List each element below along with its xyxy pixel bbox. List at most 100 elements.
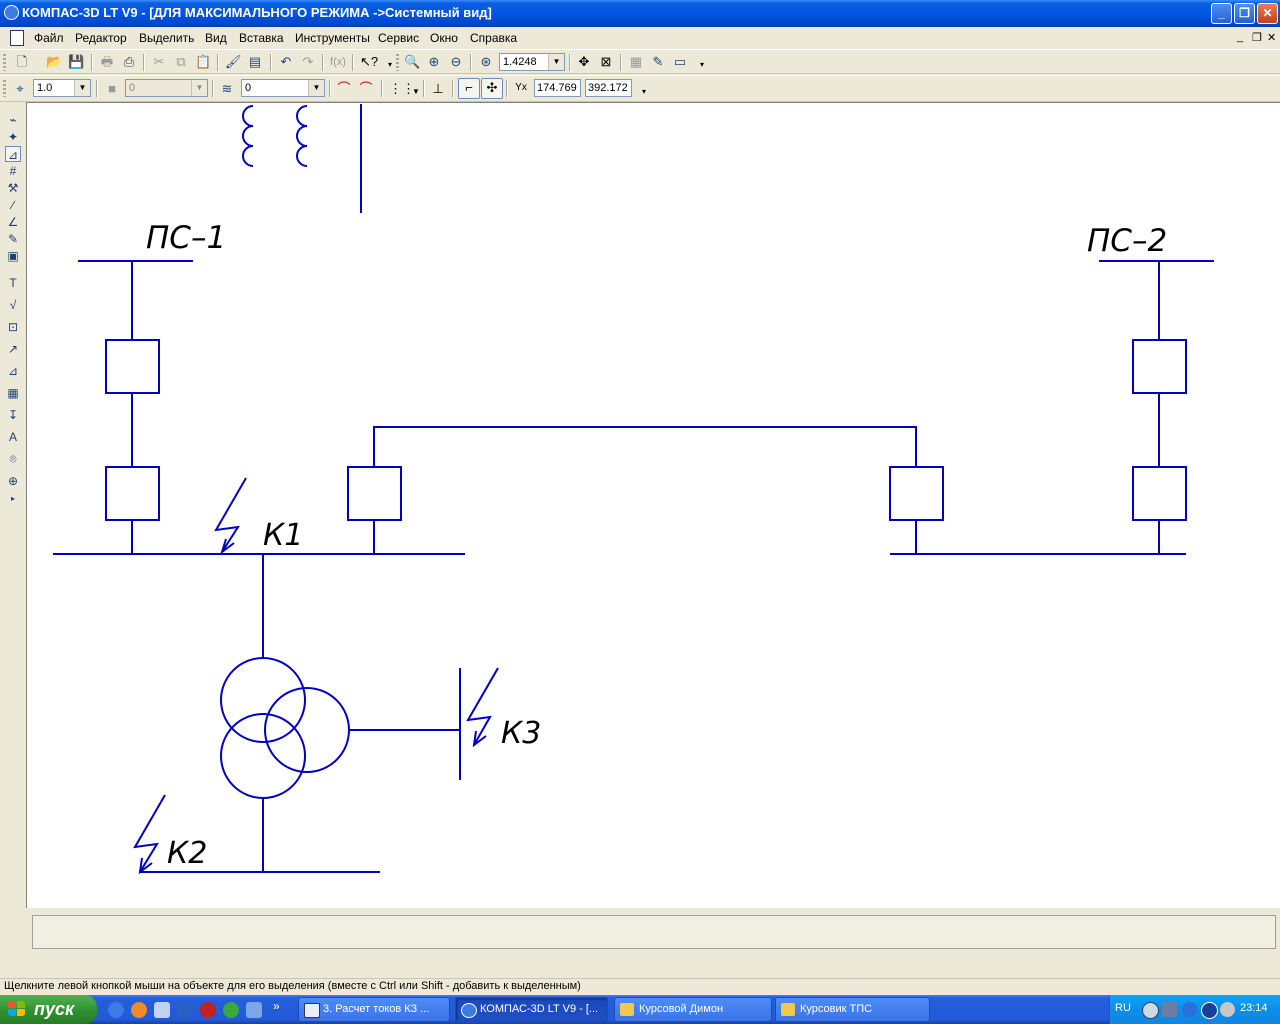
base-icon[interactable]: ⊡ <box>5 319 21 335</box>
local-snap-icon[interactable]: ⌒ <box>358 81 374 97</box>
paste-icon[interactable]: 📋 <box>195 54 211 70</box>
measure-icon[interactable]: ⌾ <box>5 451 21 467</box>
coord-y-field[interactable]: 392.172 <box>585 79 632 97</box>
task-folder-kursovoy[interactable]: Курсовой Димон <box>614 997 772 1022</box>
table-icon[interactable]: ▦ <box>5 385 21 401</box>
tray-arrow-icon[interactable] <box>1142 1002 1159 1019</box>
undo-icon[interactable]: ↶ <box>278 54 294 70</box>
mdi-close-button[interactable]: ✕ <box>1267 31 1276 44</box>
menu-window[interactable]: Окно <box>430 31 458 45</box>
update-icon[interactable] <box>1182 1002 1197 1017</box>
help-pointer-icon[interactable]: ↖? <box>360 54 378 70</box>
chevron-right-icon[interactable]: ▸ <box>5 491 21 507</box>
schematic-drawing[interactable]: ПС–1 ПС–2 К1 К3 К2 <box>27 103 1280 908</box>
zoom-out-icon[interactable]: ⊖ <box>448 54 464 70</box>
open-folder-icon[interactable]: 📂 <box>46 54 62 70</box>
mdi-minimize-button[interactable]: _ <box>1237 31 1243 43</box>
layers-icon[interactable]: ≋ <box>219 81 235 97</box>
zoom-window-icon[interactable]: 🔍 <box>404 54 420 70</box>
style-combo[interactable]: 0 ▼ <box>125 79 208 97</box>
hammer-icon[interactable]: ⚒ <box>5 180 21 196</box>
chevron-down-icon[interactable]: ▼ <box>408 84 424 100</box>
redo-icon[interactable]: ↷ <box>300 54 316 70</box>
menu-insert[interactable]: Вставка <box>239 31 284 45</box>
edit-icon[interactable]: ✎ <box>5 231 21 247</box>
layer-combo[interactable]: 0 ▼ <box>241 79 325 97</box>
close-button[interactable]: ✕ <box>1257 3 1278 24</box>
screen-icon[interactable]: ▭ <box>672 54 688 70</box>
browser-quicklaunch-icon[interactable] <box>131 1002 147 1018</box>
menu-select[interactable]: Выделить <box>139 31 194 45</box>
snap-point-icon[interactable]: ⌖ <box>12 81 28 97</box>
properties-icon[interactable]: ▤ <box>247 54 263 70</box>
start-button[interactable]: пуск <box>0 995 97 1024</box>
toolbar-overflow-icon[interactable]: ▾ <box>694 57 710 73</box>
copy-icon[interactable]: ⧉ <box>173 54 189 70</box>
tolerance-icon[interactable]: ⊿ <box>5 363 21 379</box>
mdi-restore-button[interactable]: ❐ <box>1252 31 1262 44</box>
new-document-icon[interactable]: 🗋 <box>14 54 30 70</box>
coord-x-field[interactable]: 174.769 <box>534 79 581 97</box>
style-icon[interactable]: ■ <box>104 81 120 97</box>
property-panel-field[interactable] <box>32 915 1276 949</box>
quicklaunch-more[interactable]: » <box>273 999 280 1013</box>
parametrize-icon[interactable]: ▣ <box>5 248 21 264</box>
section-icon[interactable]: A <box>5 429 21 445</box>
menu-service[interactable]: Сервис <box>378 31 419 45</box>
task-word-document[interactable]: 3. Расчет токов КЗ ... <box>298 997 450 1022</box>
regenerate-icon[interactable]: ▦ <box>628 54 644 70</box>
measure-icon[interactable]: ✎ <box>650 54 666 70</box>
print-icon[interactable]: 🖶 <box>99 54 115 70</box>
ortho-mode-button[interactable]: ⌐ <box>458 78 480 99</box>
dimensions-icon[interactable]: ⊿ <box>5 146 21 162</box>
task-folder-tps[interactable]: Курсовик ТПС <box>775 997 930 1022</box>
kompas-quicklaunch-icon[interactable] <box>177 1002 193 1018</box>
menu-view[interactable]: Вид <box>205 31 227 45</box>
title-bar[interactable]: КОМПАС-3D LT V9 - [ДЛЯ МАКСИМАЛЬНОГО РЕЖ… <box>0 0 1280 27</box>
drawing-area[interactable]: ПС–1 ПС–2 К1 К3 К2 <box>26 102 1280 908</box>
chevron-down-icon[interactable]: ▼ <box>74 80 90 96</box>
menu-file[interactable]: Файл <box>34 31 64 45</box>
toolbar-overflow-icon[interactable]: ▾ <box>636 84 652 100</box>
view-arrow-icon[interactable]: ↧ <box>5 407 21 423</box>
zoom-combo[interactable]: 1.4248 ▼ <box>499 53 565 71</box>
chevron-down-icon[interactable]: ▼ <box>191 80 207 96</box>
toolbar-grip[interactable] <box>396 54 399 71</box>
task-kompas[interactable]: КОМПАС-3D LT V9 - [... <box>455 997 608 1022</box>
point-icon[interactable]: ✦ <box>5 129 21 145</box>
select-icon[interactable]: ⊕ <box>5 473 21 489</box>
geometry-icon[interactable]: ⌁ <box>5 112 21 128</box>
roughness-icon[interactable]: √ <box>5 297 21 313</box>
kompas-app-icon[interactable] <box>4 5 19 20</box>
save-icon[interactable]: 💾 <box>68 54 84 70</box>
messenger-quicklaunch-icon[interactable] <box>223 1002 239 1018</box>
menu-edit[interactable]: Редактор <box>75 31 127 45</box>
grid-icon[interactable]: ⋮⋮ <box>389 81 415 97</box>
text-icon[interactable]: T <box>5 275 21 291</box>
function-icon[interactable]: f(x) <box>330 54 346 70</box>
leader-icon[interactable]: ↗ <box>5 341 21 357</box>
toolbar-grip[interactable] <box>3 80 6 97</box>
hatch-icon[interactable]: # <box>5 163 21 179</box>
menu-help[interactable]: Справка <box>470 31 517 45</box>
angle-icon[interactable]: ∠ <box>5 214 21 230</box>
zoom-in-icon[interactable]: ⊕ <box>426 54 442 70</box>
document-icon[interactable] <box>10 30 24 46</box>
snap-magnet-icon[interactable]: ⌒ <box>336 81 352 97</box>
volume-icon[interactable] <box>1220 1002 1235 1017</box>
language-indicator[interactable]: RU <box>1115 1002 1131 1014</box>
show-all-icon[interactable]: ⊠ <box>598 54 614 70</box>
network-quicklaunch-icon[interactable] <box>246 1002 262 1018</box>
print-preview-icon[interactable]: ⎙ <box>121 54 137 70</box>
toolbar-grip[interactable] <box>3 54 6 71</box>
ie-quicklaunch-icon[interactable] <box>108 1002 124 1018</box>
chevron-down-icon[interactable]: ▼ <box>308 80 324 96</box>
network-icon[interactable] <box>1162 1002 1177 1017</box>
opera-quicklaunch-icon[interactable] <box>200 1002 216 1018</box>
maximize-button[interactable]: ❐ <box>1234 3 1255 24</box>
desktop-quicklaunch-icon[interactable] <box>154 1002 170 1018</box>
pan-icon[interactable]: ✥ <box>576 54 592 70</box>
fillet-icon[interactable]: ∕ <box>5 197 21 213</box>
info-icon[interactable] <box>1201 1002 1218 1019</box>
format-brush-icon[interactable]: 🖌 <box>225 54 242 70</box>
